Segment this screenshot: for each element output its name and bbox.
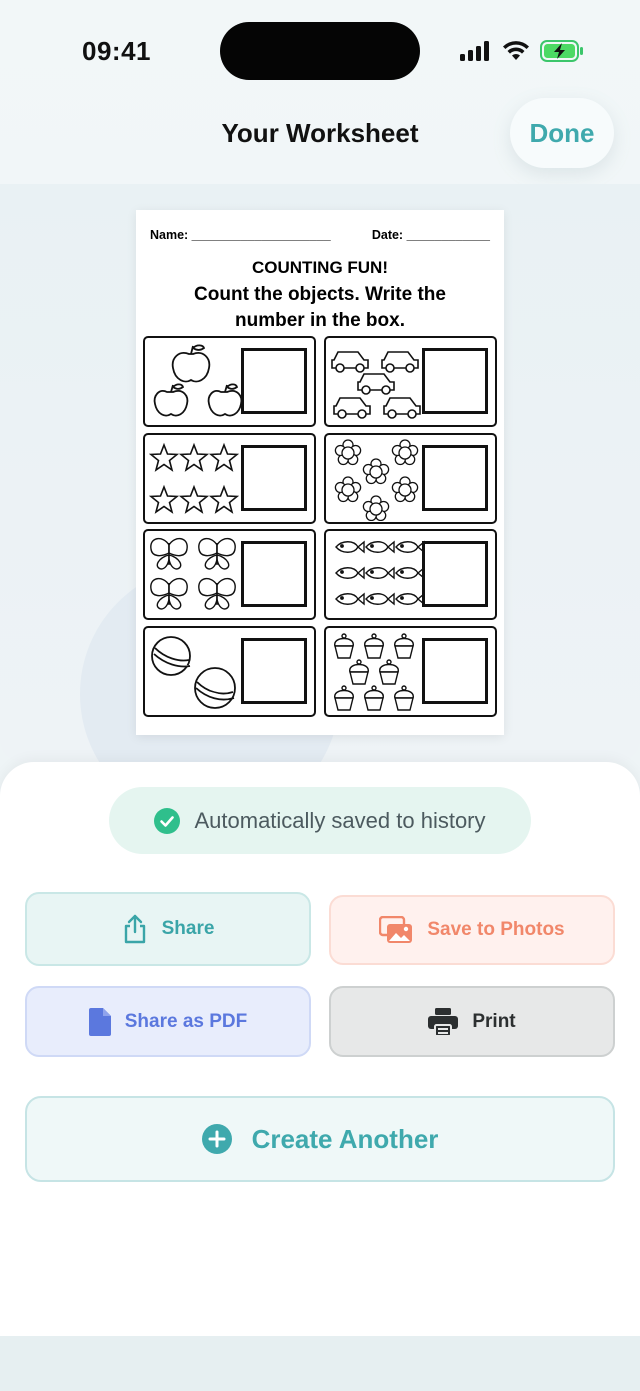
stars-icon bbox=[150, 444, 238, 513]
saved-to-history-badge: Automatically saved to history bbox=[109, 787, 531, 854]
answer-box bbox=[241, 445, 307, 511]
check-circle-icon bbox=[154, 807, 181, 834]
saved-to-history-label: Automatically saved to history bbox=[194, 807, 486, 833]
worksheet-instructions-line-1: Count the objects. Write the bbox=[194, 284, 446, 305]
count-cell-apples bbox=[143, 336, 316, 427]
count-cell-cupcakes bbox=[324, 626, 497, 717]
bottom-strip bbox=[0, 1336, 640, 1391]
plus-circle-icon bbox=[201, 1124, 232, 1154]
cupcakes-icon bbox=[334, 633, 414, 711]
answer-box bbox=[422, 445, 488, 511]
answer-box bbox=[422, 638, 488, 704]
print-button[interactable]: Print bbox=[329, 986, 615, 1057]
cars-icon bbox=[331, 351, 421, 419]
create-another-label: Create Another bbox=[251, 1123, 439, 1154]
apples-icon bbox=[153, 344, 243, 417]
share-as-pdf-button[interactable]: Share as PDF bbox=[25, 986, 311, 1057]
count-cell-cars bbox=[324, 336, 497, 427]
answer-box bbox=[241, 541, 307, 607]
share-button[interactable]: Share bbox=[25, 892, 311, 966]
printer-icon bbox=[428, 1007, 459, 1036]
status-time: 09:41 bbox=[82, 36, 151, 66]
photos-icon bbox=[379, 916, 413, 943]
print-label: Print bbox=[472, 1010, 516, 1032]
count-cell-stars bbox=[143, 433, 316, 524]
save-to-photos-label: Save to Photos bbox=[427, 919, 565, 940]
done-button[interactable]: Done bbox=[510, 98, 614, 168]
answer-box bbox=[422, 541, 488, 607]
worksheet-instructions-line-2: number in the box. bbox=[235, 310, 405, 331]
worksheet-preview[interactable]: Name: ____________________ Date: _______… bbox=[136, 210, 504, 735]
share-as-pdf-label: Share as PDF bbox=[124, 1010, 248, 1032]
share-label: Share bbox=[161, 918, 215, 939]
worksheet-header-row: Name: ____________________ Date: _______… bbox=[150, 228, 490, 242]
document-icon bbox=[88, 1007, 111, 1036]
share-icon bbox=[124, 914, 145, 944]
fish-icon bbox=[335, 541, 425, 605]
status-icons bbox=[460, 40, 584, 62]
count-cell-balls bbox=[143, 626, 316, 717]
count-cell-fish bbox=[324, 529, 497, 620]
answer-box bbox=[422, 348, 488, 414]
create-another-button[interactable]: Create Another bbox=[25, 1096, 615, 1182]
worksheet-name-field: Name: ____________________ bbox=[150, 228, 331, 242]
dynamic-island bbox=[220, 22, 420, 80]
worksheet-instructions: Count the objects. Write the number in t… bbox=[136, 282, 504, 334]
worksheet-date-field: Date: ____________ bbox=[371, 228, 490, 242]
answer-box bbox=[241, 638, 307, 704]
worksheet-title: COUNTING FUN! bbox=[252, 258, 388, 277]
count-cell-flowers bbox=[324, 433, 497, 524]
butterflies-icon bbox=[150, 537, 236, 610]
answer-box bbox=[241, 348, 307, 414]
battery-charging-icon bbox=[540, 40, 583, 62]
save-to-photos-button[interactable]: Save to Photos bbox=[329, 895, 615, 965]
count-cell-butterflies bbox=[143, 529, 316, 620]
signal-icon bbox=[460, 41, 489, 61]
flowers-icon bbox=[334, 439, 419, 521]
balls-icon bbox=[151, 636, 236, 709]
wifi-icon bbox=[503, 41, 529, 60]
